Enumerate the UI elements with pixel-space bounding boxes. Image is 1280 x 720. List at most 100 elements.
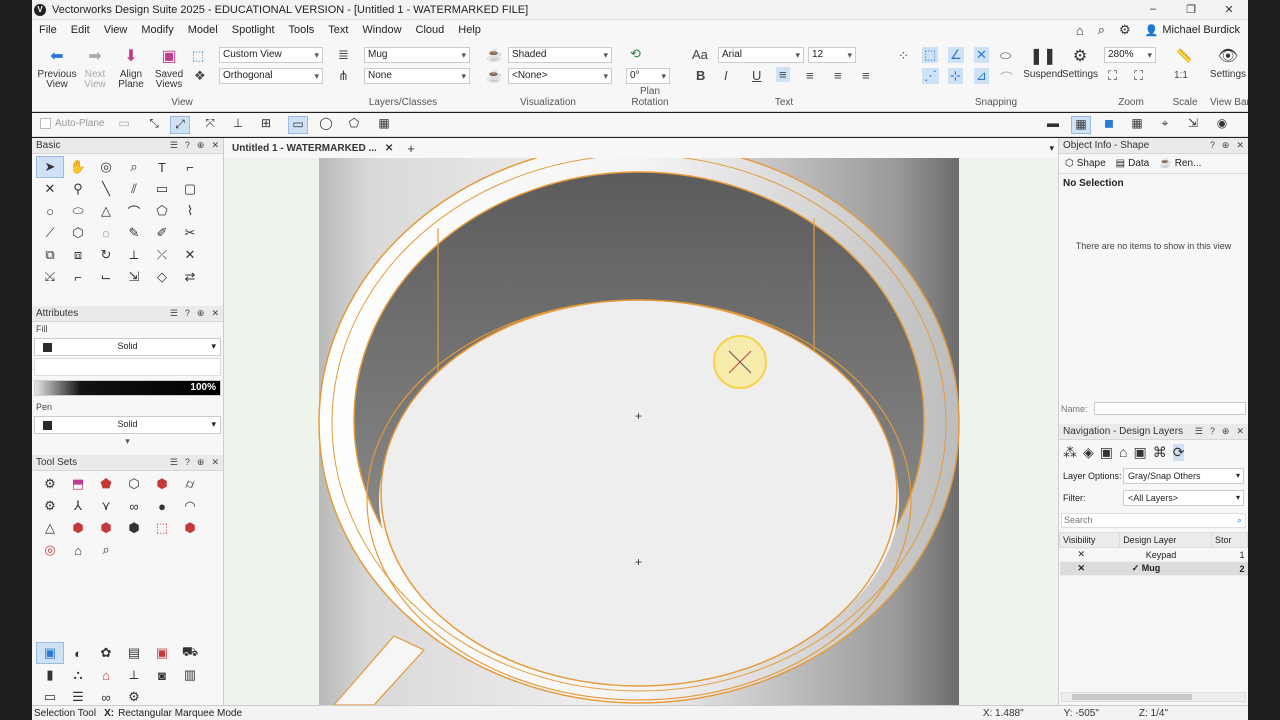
underline-icon[interactable]: U xyxy=(752,68,761,83)
magnify-tool-icon[interactable]: ⌕ xyxy=(92,539,120,561)
search-icon[interactable]: ⌕ xyxy=(1098,22,1105,38)
previous-view-button[interactable]: ⬅ Previous View xyxy=(38,46,77,90)
align-center-icon[interactable]: ≡ xyxy=(806,68,814,83)
italic-icon[interactable]: I xyxy=(724,68,728,83)
viewports-tab-icon[interactable]: ⌂ xyxy=(1119,444,1127,461)
brush-tool-icon[interactable]: ✐ xyxy=(148,222,176,244)
close-icon[interactable]: ✕ xyxy=(211,140,219,151)
help-icon[interactable]: ? xyxy=(185,140,190,151)
subtract-solid-icon[interactable]: ⬢ xyxy=(64,517,92,539)
sphere-tool-icon[interactable]: ● xyxy=(148,495,176,517)
layer-options-dropdown[interactable]: Gray/Snap Others xyxy=(1123,468,1244,484)
expand-attributes-icon[interactable]: ▾ xyxy=(32,436,223,447)
auto-plane-toggle[interactable]: Auto-Plane xyxy=(40,118,104,129)
trim-tool-icon[interactable]: ✕ xyxy=(176,244,204,266)
push-pull-tool-icon[interactable]: ⬒ xyxy=(64,473,92,495)
pen-style-dropdown[interactable]: Solid ▾ xyxy=(34,416,221,434)
fill-color-field[interactable] xyxy=(34,358,221,376)
visibility-toggle[interactable]: ✕ xyxy=(1059,547,1120,562)
dome-tool-icon[interactable]: ◠ xyxy=(176,495,204,517)
snap-object-icon[interactable]: ⬚ xyxy=(922,47,939,63)
camera-set-icon[interactable]: ◙ xyxy=(148,664,176,686)
freehand-tool-icon[interactable]: ⌇ xyxy=(176,200,204,222)
snap-point-icon[interactable]: ⊹ xyxy=(948,68,963,84)
menu-tools[interactable]: Tools xyxy=(282,24,322,36)
reshape-tool-icon[interactable]: ⤩ xyxy=(36,266,64,288)
rectangle-mode-icon[interactable]: ▭ xyxy=(288,116,308,134)
selection-tool-icon[interactable]: ➤ xyxy=(36,156,64,178)
drawing-canvas[interactable]: + + xyxy=(224,158,1058,705)
offset-tool-icon[interactable]: ⧈ xyxy=(64,244,92,266)
snap-surface-icon[interactable]: ⌒ xyxy=(1000,68,1013,87)
active-layer-dropdown[interactable]: Mug xyxy=(364,47,470,63)
door-set-icon[interactable]: ▮ xyxy=(36,664,64,686)
snap-intersection-icon[interactable]: ✕ xyxy=(974,47,989,63)
export-icon[interactable]: ⇲ xyxy=(1183,116,1203,134)
shape-tool-icon[interactable]: ◇ xyxy=(148,266,176,288)
plan-rotation-icon[interactable]: ⟲ xyxy=(630,46,641,62)
menu-icon[interactable]: ☰ xyxy=(170,140,178,151)
machine-set-icon[interactable]: ▣ xyxy=(148,642,176,664)
building-set-icon[interactable]: ⛬ xyxy=(64,664,92,686)
horizontal-scrollbar[interactable] xyxy=(1061,692,1246,702)
bold-icon[interactable]: B xyxy=(696,68,705,83)
table-row[interactable]: ✕ ✓ Mug 2 xyxy=(1059,561,1248,576)
eraser-tool-icon[interactable]: ✂ xyxy=(176,222,204,244)
zoom-objects-icon[interactable]: ⛶ xyxy=(1134,68,1143,84)
menu-help[interactable]: Help xyxy=(451,24,488,36)
attribute-tool-icon[interactable]: ⇄ xyxy=(176,266,204,288)
snapping-settings-button[interactable]: ⚙ Settings xyxy=(1060,46,1100,80)
visibility-icon[interactable]: ◉ xyxy=(1212,116,1232,134)
pin-icon[interactable]: ⊕ xyxy=(197,308,205,319)
pin-icon[interactable]: ⊕ xyxy=(1222,140,1230,151)
auto-plane-checkbox[interactable] xyxy=(40,118,51,129)
menu-icon[interactable]: ☰ xyxy=(1195,426,1203,437)
snap-edge-icon[interactable]: ⊿ xyxy=(974,68,989,84)
rounded-rect-tool-icon[interactable]: ▢ xyxy=(176,178,204,200)
move-tool-icon[interactable]: ⇲ xyxy=(120,266,148,288)
polygon-mode-icon[interactable]: ⬠ xyxy=(344,116,364,134)
home-icon[interactable]: ⌂ xyxy=(1076,23,1084,38)
house-set-icon[interactable]: ⌂ xyxy=(92,664,120,686)
tab-render[interactable]: ☕ Ren... xyxy=(1159,158,1201,169)
fill-style-dropdown[interactable]: Solid ▾ xyxy=(34,338,221,356)
close-icon[interactable]: ✕ xyxy=(1236,426,1244,437)
nurbs-sphere-icon[interactable]: ◎ xyxy=(36,539,64,561)
cylinder-tool-icon[interactable]: ⌭ xyxy=(176,473,204,495)
justify-icon[interactable]: ≡ xyxy=(862,68,870,83)
zoom-dropdown[interactable]: 280% xyxy=(1104,47,1156,63)
cone-tool-icon[interactable]: △ xyxy=(36,517,64,539)
align-right-icon[interactable]: ≡ xyxy=(834,68,842,83)
locus-tool-icon[interactable]: ✕ xyxy=(36,178,64,200)
visualization-set-icon[interactable]: ◐ xyxy=(64,642,92,664)
plan-rotation-field[interactable]: 0° xyxy=(626,68,670,84)
filter-dropdown[interactable]: <All Layers> xyxy=(1123,490,1244,506)
section-solid-icon[interactable]: ⬚ xyxy=(148,517,176,539)
menu-icon[interactable]: ☰ xyxy=(170,308,178,319)
cabinet-set-icon[interactable]: ▥ xyxy=(176,664,204,686)
sheet-layers-tab-icon[interactable]: ▣ xyxy=(1100,444,1113,461)
spiral-tool-icon[interactable]: ◌ xyxy=(92,222,120,244)
pin-icon[interactable]: ⊕ xyxy=(197,140,205,151)
symbols-tab-icon[interactable]: ⟳ xyxy=(1172,444,1185,461)
menu-file[interactable]: File xyxy=(32,24,64,36)
zoom-tool-icon[interactable]: ⌕ xyxy=(120,156,148,178)
new-tab-button[interactable]: + xyxy=(401,141,421,156)
subdivision-icon[interactable]: ⬢ xyxy=(176,517,204,539)
cube-tool-icon[interactable]: ⬡ xyxy=(120,473,148,495)
flyover-tool-icon[interactable]: ◎ xyxy=(92,156,120,178)
section-icon[interactable]: ⌖ xyxy=(1155,116,1175,134)
loft-tool-icon[interactable]: ⋎ xyxy=(92,495,120,517)
eyedropper-tool-icon[interactable]: ⚲ xyxy=(64,178,92,200)
col-stack[interactable]: Stor xyxy=(1211,532,1248,548)
deform-tool-icon[interactable]: ⚙ xyxy=(36,495,64,517)
gear-icon[interactable]: ⚙ xyxy=(1119,22,1131,38)
arc-tool-icon[interactable]: ⌒ xyxy=(120,200,148,222)
double-line-tool-icon[interactable]: ⫽ xyxy=(120,178,148,200)
menu-modify[interactable]: Modify xyxy=(134,24,180,36)
circle-tool-icon[interactable]: ○ xyxy=(36,200,64,222)
truck-set-icon[interactable]: ⛟ xyxy=(176,642,204,664)
grid-view-icon[interactable]: ▦ xyxy=(1071,116,1091,134)
fillet-tool-icon[interactable]: ⌐ xyxy=(64,266,92,288)
dimension-set-icon[interactable]: ⟂ xyxy=(120,664,148,686)
